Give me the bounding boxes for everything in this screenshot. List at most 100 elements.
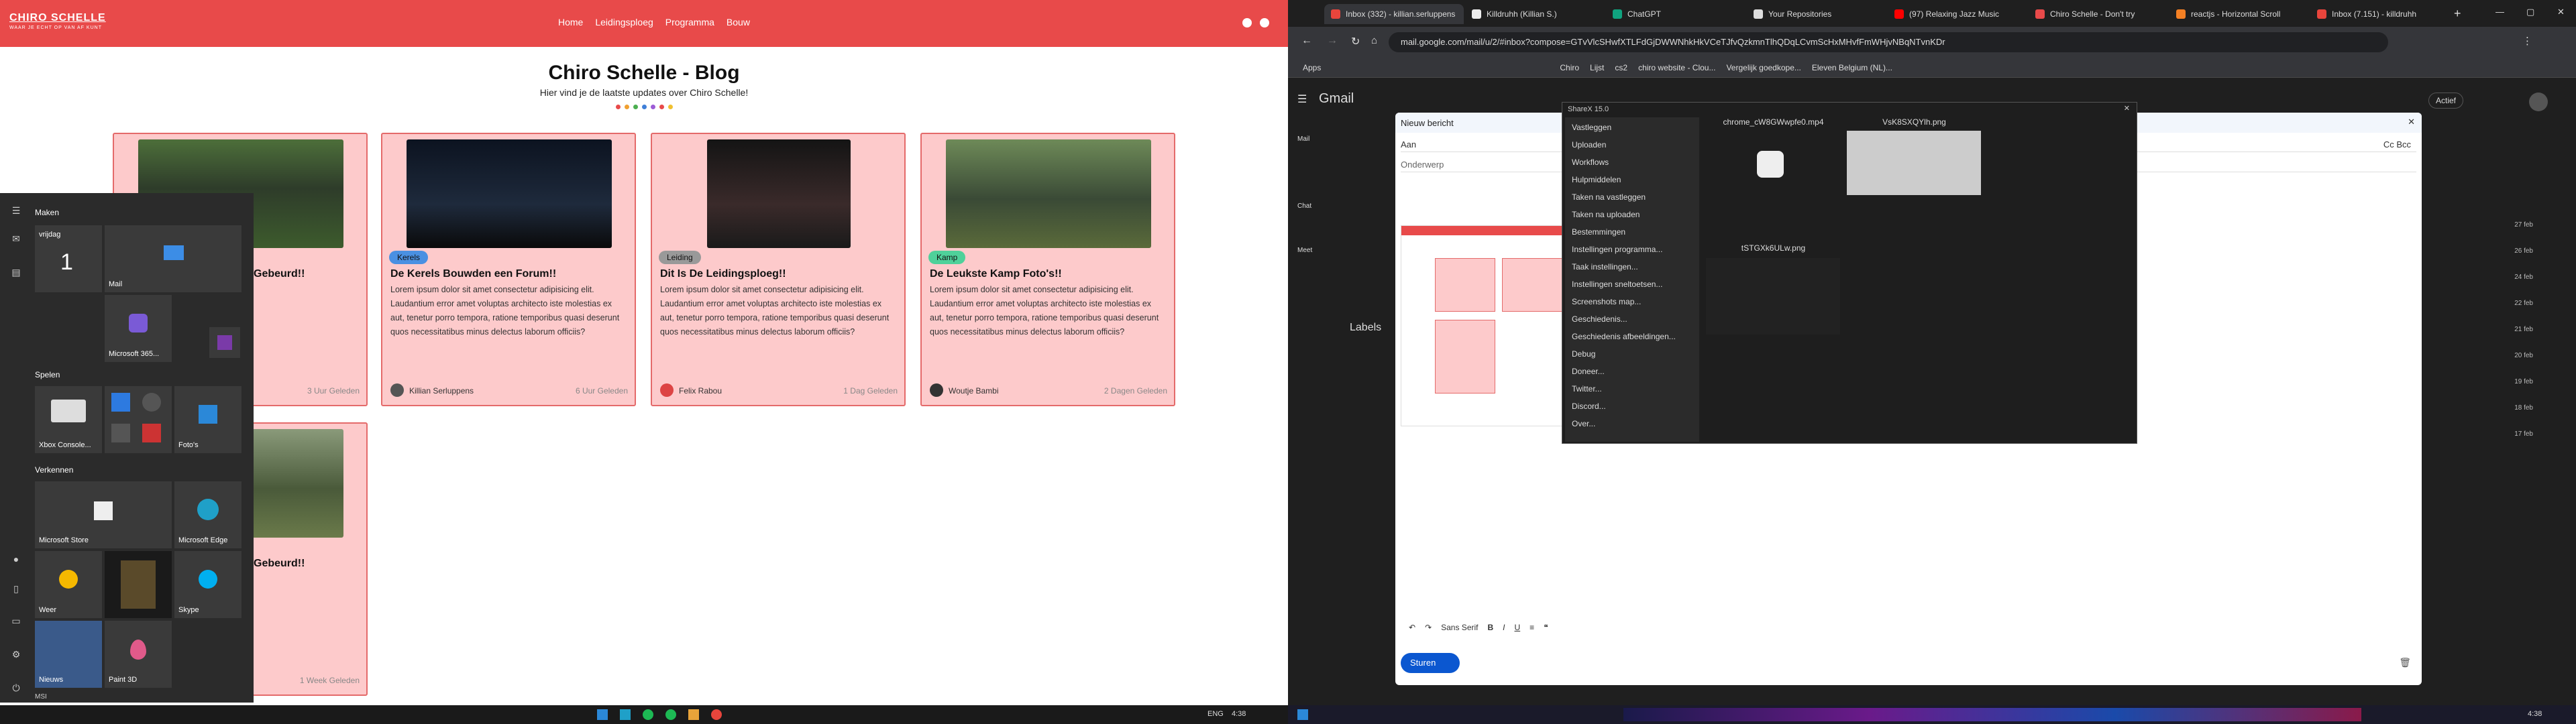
folder-icon[interactable]: [688, 709, 699, 720]
sharex-menu-item[interactable]: Instellingen programma...: [1572, 245, 1662, 254]
gmail-brand[interactable]: Gmail: [1319, 91, 1354, 107]
onenote-tile[interactable]: [209, 327, 240, 358]
tab-stackoverflow[interactable]: reactjs - Horizontal Scroll: [2169, 4, 2309, 24]
tab-repos[interactable]: Your Repositories: [1747, 4, 1886, 24]
sharex-menu-item[interactable]: Screenshots map...: [1572, 297, 1641, 306]
blog-card[interactable]: Kamp De Leukste Kamp Foto's!! Lorem ipsu…: [920, 133, 1175, 406]
paint3d-tile[interactable]: Paint 3D: [105, 621, 172, 688]
instagram-icon[interactable]: [1260, 18, 1269, 27]
to-field[interactable]: Aan: [1401, 139, 1416, 149]
underline-icon[interactable]: U: [1515, 623, 1521, 632]
tab-gmail[interactable]: Inbox (332) - killian.serluppens: [1324, 4, 1464, 24]
sharex-menu-item[interactable]: Hulpmiddelen: [1572, 175, 1621, 184]
rail-meet[interactable]: Meet: [1297, 247, 1312, 254]
taskbar-app-icon[interactable]: [620, 709, 631, 720]
close-icon[interactable]: ✕: [2408, 117, 2415, 127]
sharex-menu-item[interactable]: Taken na uploaden: [1572, 210, 1640, 219]
file-item[interactable]: VsK8SXQYlh.png: [1845, 117, 1983, 196]
lang-indicator[interactable]: ENG: [1208, 710, 1224, 718]
bookmark-eleven[interactable]: Eleven Belgium (NL)...: [1812, 63, 1892, 72]
skype-tile[interactable]: Skype: [174, 551, 241, 618]
document-icon[interactable]: ▯: [9, 583, 23, 594]
photos-tile[interactable]: Foto's: [174, 386, 241, 453]
sharex-menu-item[interactable]: Instellingen sneltoetsen...: [1572, 280, 1662, 289]
subject-field[interactable]: Onderwerp: [1401, 160, 1444, 170]
taskbar-app-icon[interactable]: [597, 709, 608, 720]
calendar-tile[interactable]: vrijdag 1: [35, 225, 102, 292]
windows-icon[interactable]: [1297, 709, 1308, 720]
file-item[interactable]: chrome_cW8GWwpfe0.mp4: [1705, 117, 1842, 196]
xbox-tile[interactable]: Xbox Console...: [35, 386, 102, 453]
sharex-menu-item[interactable]: Vastleggen: [1572, 123, 1611, 132]
office-tile[interactable]: Microsoft 365...: [105, 295, 172, 362]
quote-icon[interactable]: ❝: [1544, 623, 1548, 632]
close-icon[interactable]: ✕: [2557, 7, 2565, 17]
close-icon[interactable]: ✕: [2124, 104, 2130, 113]
blog-card[interactable]: Kerels De Kerels Bouwden een Forum!! Lor…: [381, 133, 636, 406]
clock[interactable]: 4:38: [1232, 710, 1246, 718]
list-icon[interactable]: ≡: [1529, 623, 1534, 632]
tab-chatgpt[interactable]: ChatGPT: [1606, 4, 1746, 24]
blog-card[interactable]: Leiding Dit Is De Leidingsploeg!! Lorem …: [651, 133, 906, 406]
sharex-menu-item[interactable]: Geschiedenis afbeeldingen...: [1572, 332, 1676, 341]
pictures-icon[interactable]: ▭: [9, 615, 23, 626]
omnibox[interactable]: mail.google.com/mail/u/2/#inbox?compose=…: [1389, 32, 2388, 52]
media-tile[interactable]: [105, 551, 172, 618]
sharex-menu-item[interactable]: Geschiedenis...: [1572, 314, 1627, 324]
gmail-menu-icon[interactable]: ☰: [1297, 93, 1307, 106]
redo-icon[interactable]: ↷: [1425, 623, 1432, 632]
back-icon[interactable]: ←: [1301, 35, 1312, 47]
reload-icon[interactable]: ↻: [1351, 35, 1360, 48]
bookmark-cloud[interactable]: chiro website - Clou...: [1638, 63, 1715, 72]
user-icon[interactable]: ●: [9, 554, 23, 564]
bookmark-lijst[interactable]: Lijst: [1590, 63, 1604, 72]
ccbcc-link[interactable]: Cc Bcc: [2383, 139, 2411, 149]
sharex-menu-item[interactable]: Workflows: [1572, 158, 1609, 167]
facebook-icon[interactable]: [1242, 18, 1252, 27]
rail-mail[interactable]: Mail: [1297, 135, 1309, 143]
bookmark-apps[interactable]: Apps: [1303, 63, 1321, 72]
sharex-menu-item[interactable]: Doneer...: [1572, 367, 1605, 376]
settings-icon[interactable]: ⚙: [9, 649, 23, 660]
home-icon[interactable]: ⌂: [1371, 35, 1377, 46]
menu-icon[interactable]: ⋮: [2522, 35, 2532, 47]
rail-chat[interactable]: Chat: [1297, 202, 1311, 210]
sharex-menu-item[interactable]: Over...: [1572, 419, 1595, 428]
sharex-menu-item[interactable]: Taken na vastleggen: [1572, 192, 1646, 202]
sharex-menu-item[interactable]: Bestemmingen: [1572, 227, 1625, 237]
trash-icon[interactable]: 🗑: [2399, 657, 2411, 668]
sharex-menu-item[interactable]: Twitter...: [1572, 384, 1602, 394]
spotify-icon[interactable]: [643, 709, 653, 720]
nav-programma[interactable]: Programma: [665, 17, 714, 27]
nav-bouw[interactable]: Bouw: [727, 17, 750, 27]
tab-chiro[interactable]: Chiro Schelle - Don't try: [2029, 4, 2168, 24]
chrome-icon[interactable]: [711, 709, 722, 720]
bookmark-chiro[interactable]: Chiro: [1560, 63, 1579, 72]
status-badge[interactable]: Actief: [2428, 93, 2464, 109]
mail-icon[interactable]: ✉: [9, 233, 23, 244]
nav-home[interactable]: Home: [558, 17, 583, 27]
minimize-icon[interactable]: —: [2496, 7, 2504, 17]
store-tile[interactable]: Microsoft Store: [35, 481, 172, 548]
power-icon[interactable]: ⏻: [9, 682, 23, 693]
undo-icon[interactable]: ↶: [1409, 623, 1415, 632]
new-tab-icon[interactable]: +: [2454, 7, 2461, 21]
notes-icon[interactable]: ▤: [9, 267, 23, 278]
mail-tile[interactable]: Mail: [105, 225, 241, 292]
forward-icon[interactable]: →: [1327, 35, 1338, 47]
maximize-icon[interactable]: ▢: [2526, 7, 2534, 17]
bold-icon[interactable]: B: [1487, 623, 1493, 632]
sharex-menu-item[interactable]: Discord...: [1572, 402, 1606, 411]
edge-tile[interactable]: Microsoft Edge: [174, 481, 241, 548]
file-item[interactable]: tSTGXk6ULw.png: [1705, 243, 1842, 337]
weather-tile[interactable]: Weer: [35, 551, 102, 618]
italic-icon[interactable]: I: [1503, 623, 1505, 632]
news-tile[interactable]: Nieuws: [35, 621, 102, 688]
nav-leidingsploeg[interactable]: Leidingsploeg: [595, 17, 653, 27]
sharex-menu-item[interactable]: Uploaden: [1572, 140, 1606, 149]
clock[interactable]: 4:38: [2528, 710, 2542, 718]
hamburger-icon[interactable]: ☰: [9, 205, 23, 216]
tab-gmail-2[interactable]: Inbox (7.151) - killdruhh: [2310, 4, 2450, 24]
site-logo[interactable]: CHIRO SCHELLE WAAR JE ECHT OP VAN AF KUN…: [9, 12, 110, 35]
sharex-menu-item[interactable]: Taak instellingen...: [1572, 262, 1638, 272]
